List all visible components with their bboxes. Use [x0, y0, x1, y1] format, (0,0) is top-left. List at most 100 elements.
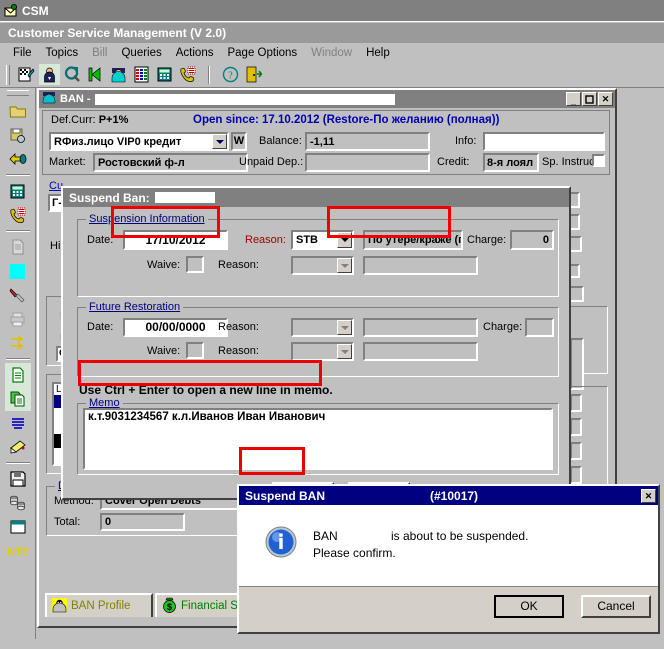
suspend-reason-label: Reason:	[245, 234, 286, 246]
menu-item-help[interactable]: Help	[359, 46, 397, 60]
calculator-icon[interactable]	[154, 64, 175, 85]
menu-item-actions[interactable]: Actions	[169, 46, 221, 60]
open-folder-icon[interactable]	[5, 99, 31, 123]
rest-waive-checkbox[interactable]	[186, 342, 204, 359]
refresh-query-icon[interactable]	[62, 64, 83, 85]
ledger-icon[interactable]	[131, 64, 152, 85]
chevron-down-icon[interactable]	[212, 134, 227, 149]
suspend-charge-field: 0	[510, 230, 554, 250]
back-arrow-icon[interactable]	[5, 147, 31, 171]
new-document-icon[interactable]	[4, 363, 31, 387]
save-disk-icon[interactable]	[5, 467, 31, 491]
user-icon[interactable]	[39, 64, 60, 85]
suspend-date-label: Date:	[87, 234, 114, 246]
confirm-dialog-footer: OK Cancel	[239, 587, 658, 632]
suspend-waive-reason-combo	[291, 256, 354, 275]
copy-icon[interactable]	[4, 387, 31, 411]
maximize-button[interactable]	[582, 92, 597, 106]
confirm-cancel-button[interactable]: Cancel	[581, 595, 651, 618]
nts-icon[interactable]: NTS	[5, 539, 31, 563]
confirm-ok-label: OK	[520, 599, 538, 613]
toolbar-grip[interactable]	[6, 64, 10, 85]
rest-date-field[interactable]: 00/00/0000	[123, 318, 228, 337]
sp-instruct-checkbox[interactable]	[592, 154, 605, 167]
chevron-down-icon[interactable]	[337, 232, 352, 248]
highlighter-icon[interactable]	[5, 435, 31, 459]
credit-value: 8-я лоял	[487, 157, 534, 169]
history-label-partial: Hi	[50, 240, 61, 252]
cyan-note-icon[interactable]	[5, 259, 31, 283]
screwdriver-icon[interactable]	[5, 283, 31, 307]
tab-ban-profile[interactable]: BAN Profile	[45, 593, 153, 617]
align-lines-icon[interactable]	[5, 411, 31, 435]
confirm-ok-button[interactable]: OK	[494, 595, 564, 618]
rest-waive-reason-combo	[291, 342, 354, 361]
rewind-green-icon[interactable]	[85, 64, 106, 85]
confirm-message-suffix: is about to be suspended.	[391, 529, 529, 543]
side-separator	[5, 358, 30, 360]
confirm-dialog-body: BAN is about to be suspended. Please con…	[239, 505, 658, 587]
balance-field: -1,11	[305, 132, 430, 151]
ban-title-text: BAN -	[60, 93, 91, 105]
menu-item-file[interactable]: File	[6, 46, 39, 60]
suspend-ban-dialog: Suspend Ban: Suspension Information Date…	[61, 186, 571, 504]
account-type-combo[interactable]: RФиз.лицо VIP0 кредит	[49, 132, 229, 151]
menu-item-topics[interactable]: Topics	[39, 46, 86, 60]
future-restoration-label: Future Restoration	[86, 301, 184, 313]
account-type-suffix: W	[233, 135, 245, 147]
suspend-reason-combo[interactable]: STB	[291, 230, 354, 250]
suspend-dialog-titlebar[interactable]: Suspend Ban:	[63, 188, 569, 207]
suspend-reason-text-field: По утере/краже (по	[363, 230, 463, 250]
ban-title-redaction	[94, 93, 395, 105]
chevron-down-icon	[337, 344, 352, 359]
account-type-value: RФиз.лицо VIP0 кредит	[54, 135, 182, 148]
market-value: Ростовский ф-л	[98, 157, 185, 169]
suspend-reason-value: STB	[296, 234, 318, 246]
exit-door-icon[interactable]	[243, 64, 264, 85]
side-toolbar-grip[interactable]	[6, 90, 29, 96]
window-icon[interactable]	[5, 515, 31, 539]
telephone-list-icon[interactable]	[177, 64, 198, 85]
menu-item-queries[interactable]: Queries	[114, 46, 168, 60]
telephone-list-icon[interactable]	[5, 203, 31, 227]
suspend-date-field[interactable]: 17/10/2012	[123, 230, 228, 250]
save-box-icon[interactable]	[5, 123, 31, 147]
ban-window-icon	[42, 91, 56, 107]
side-separator	[5, 462, 30, 464]
calculator-icon[interactable]	[5, 179, 31, 203]
rest-reason-label: Reason:	[218, 321, 259, 333]
rest-waive-label: Waive:	[147, 345, 181, 357]
memo-field[interactable]: к.т.9031234567 к.л.Иванов Иван Иванович	[83, 408, 553, 470]
ban-titlebar[interactable]: BAN - _ ✕	[39, 90, 615, 108]
confirm-close-button[interactable]: ✕	[641, 488, 656, 503]
rest-waive-reason-label: Reason:	[218, 345, 259, 357]
total-field: 0	[100, 513, 185, 531]
customer-care-icon[interactable]	[108, 64, 129, 85]
notes-pen-icon[interactable]	[16, 64, 37, 85]
info-field[interactable]	[483, 132, 605, 151]
def-curr-group: Def.Curr: P+1%	[51, 114, 128, 126]
minimize-button[interactable]: _	[566, 92, 581, 106]
suspend-dialog-title-redaction	[154, 192, 215, 203]
ban-window-buttons: _ ✕	[566, 92, 613, 106]
transfer-arrows-icon[interactable]	[5, 331, 31, 355]
total-label: Total:	[54, 516, 81, 528]
close-button[interactable]: ✕	[598, 92, 613, 106]
account-type-suffix-field: W	[231, 132, 247, 151]
help-question-icon[interactable]: ?	[220, 64, 241, 85]
def-curr-label: Def.Curr:	[51, 114, 96, 126]
market-label: Market:	[49, 156, 86, 168]
confirm-dialog-titlebar[interactable]: Suspend BAN (#10017) ✕	[239, 486, 658, 505]
svg-text:$: $	[167, 602, 172, 612]
menu-item-page-options[interactable]: Page Options	[220, 46, 304, 60]
suspend-charge-label: Charge:	[467, 234, 507, 246]
rest-date-label: Date:	[87, 321, 114, 333]
database-add-icon[interactable]	[5, 491, 31, 515]
balance-label: Balance:	[259, 135, 302, 147]
rest-charge-label: Charge:	[483, 321, 523, 333]
suspend-charge-value: 0	[542, 234, 549, 246]
menu-item-window: Window	[311, 46, 353, 59]
app-title-text: CSM	[22, 3, 49, 18]
suspend-waive-checkbox[interactable]	[186, 256, 204, 273]
memo-value: к.т.9031234567 к.л.Иванов Иван Иванович	[88, 411, 326, 423]
